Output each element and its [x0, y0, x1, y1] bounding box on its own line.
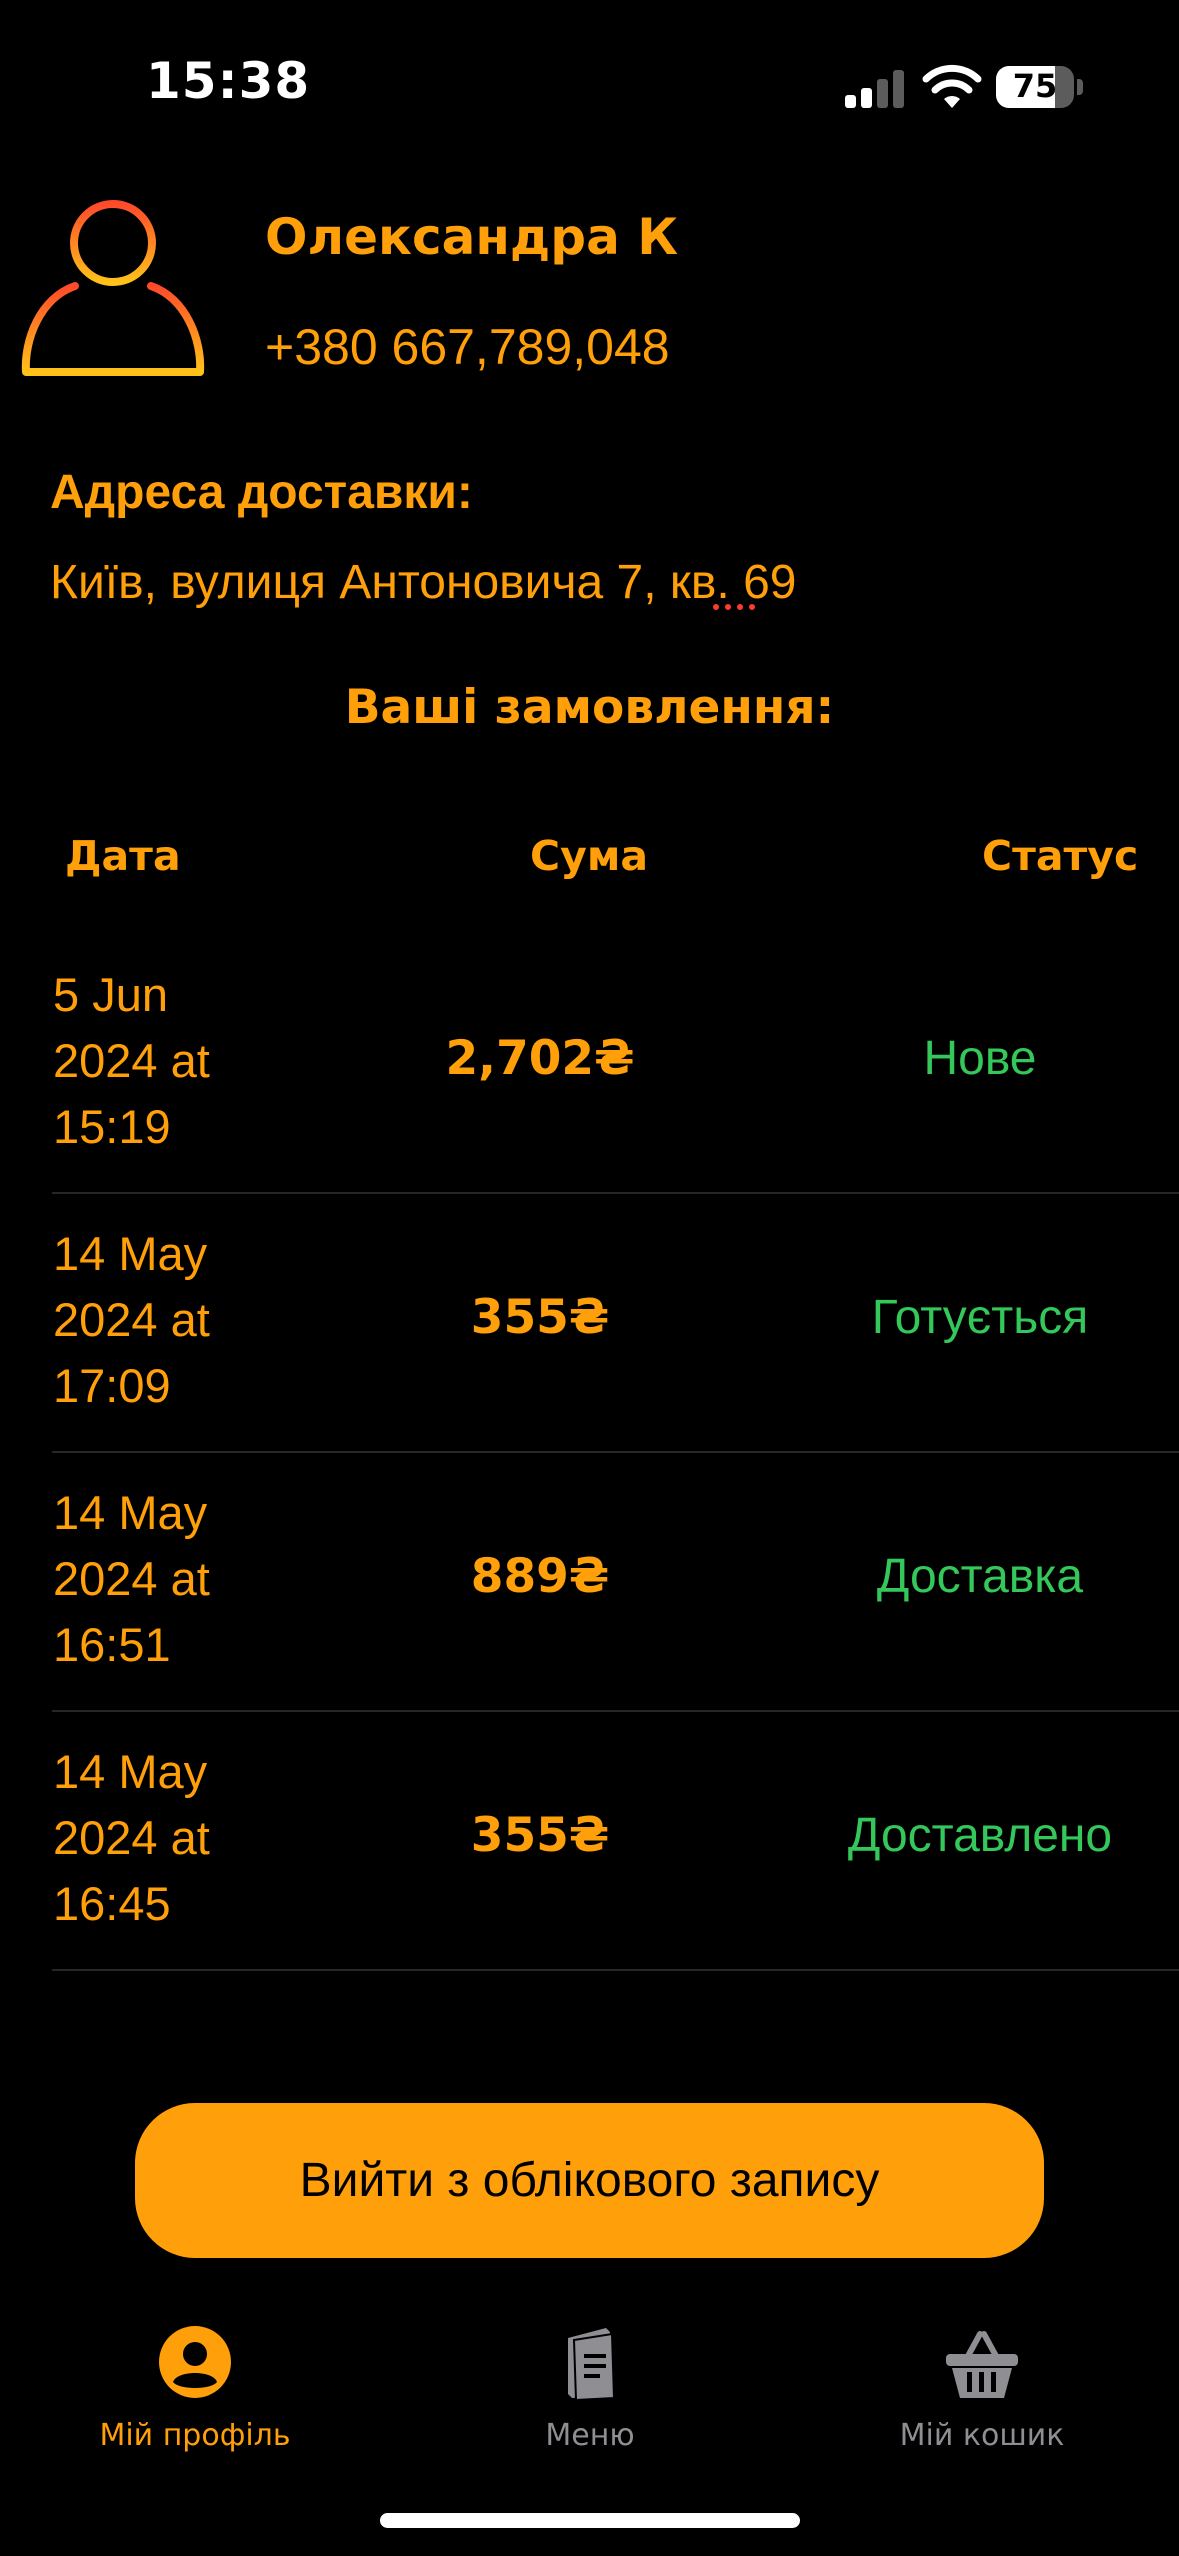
tab-my-profile[interactable]: Мій профіль [45, 2320, 345, 2460]
address-value: Київ, вулиця Антоновича 7, кв. 69 [50, 556, 797, 609]
column-header-sum: Сума [530, 832, 648, 880]
order-date: 14 May 2024 at 16:51 [53, 1486, 210, 1671]
status-time: 15:38 [146, 52, 311, 110]
tab-menu[interactable]: Меню [440, 2320, 740, 2460]
order-row[interactable]: 14 May 2024 at 16:45 355₴ Доставлено [0, 1713, 1179, 1971]
spellcheck-underline [713, 604, 755, 610]
tab-label: Мій профіль [99, 2418, 291, 2453]
order-status: Нове [923, 1032, 1037, 1085]
person-circle-icon [159, 2326, 231, 2398]
home-indicator[interactable] [380, 2513, 800, 2528]
order-sum: 2,702₴ [445, 1031, 635, 1086]
order-status: Готується [871, 1291, 1089, 1344]
basket-icon [946, 2331, 1018, 2398]
logout-button[interactable]: Вийти з облікового запису [135, 2103, 1044, 2258]
order-status: Доставка [876, 1550, 1084, 1603]
order-date: 14 May 2024 at 16:45 [53, 1745, 210, 1930]
order-sum: 889₴ [470, 1549, 610, 1604]
user-phone: +380 667,789,048 [265, 319, 670, 375]
order-sum: 355₴ [470, 1290, 610, 1345]
tab-label: Мій кошик [899, 2418, 1065, 2453]
order-row[interactable]: 14 May 2024 at 17:09 355₴ Готується [0, 1195, 1179, 1453]
order-row[interactable]: 5 Jun 2024 at 15:19 2,702₴ Нове [0, 936, 1179, 1194]
tab-my-cart[interactable]: Мій кошик [832, 2320, 1132, 2460]
row-divider [52, 1969, 1179, 1971]
avatar-icon [21, 200, 205, 376]
menu-book-icon [568, 2328, 616, 2402]
order-date: 5 Jun 2024 at 15:19 [53, 968, 210, 1153]
row-divider [52, 1192, 1179, 1194]
order-status: Доставлено [847, 1809, 1113, 1862]
order-sum: 355₴ [470, 1808, 610, 1863]
wifi-icon [922, 64, 982, 108]
orders-title: Ваші замовлення: [344, 680, 835, 735]
column-header-status: Статус [982, 832, 1139, 880]
address-label: Адреса доставки: [50, 466, 473, 519]
order-row[interactable]: 14 May 2024 at 16:51 889₴ Доставка [0, 1454, 1179, 1712]
row-divider [52, 1451, 1179, 1453]
tab-label: Меню [545, 2418, 635, 2453]
battery-level: 75 [1012, 67, 1058, 105]
cellular-signal-icon [845, 68, 905, 108]
profile-screen: 15:38 75 Олександра К +380 667,789,048 А… [0, 0, 1179, 2556]
user-name: Олександра К [265, 208, 679, 266]
row-divider [52, 1710, 1179, 1712]
order-date: 14 May 2024 at 17:09 [53, 1227, 210, 1412]
battery-icon: 75 [996, 66, 1074, 108]
column-header-date: Дата [65, 832, 181, 880]
